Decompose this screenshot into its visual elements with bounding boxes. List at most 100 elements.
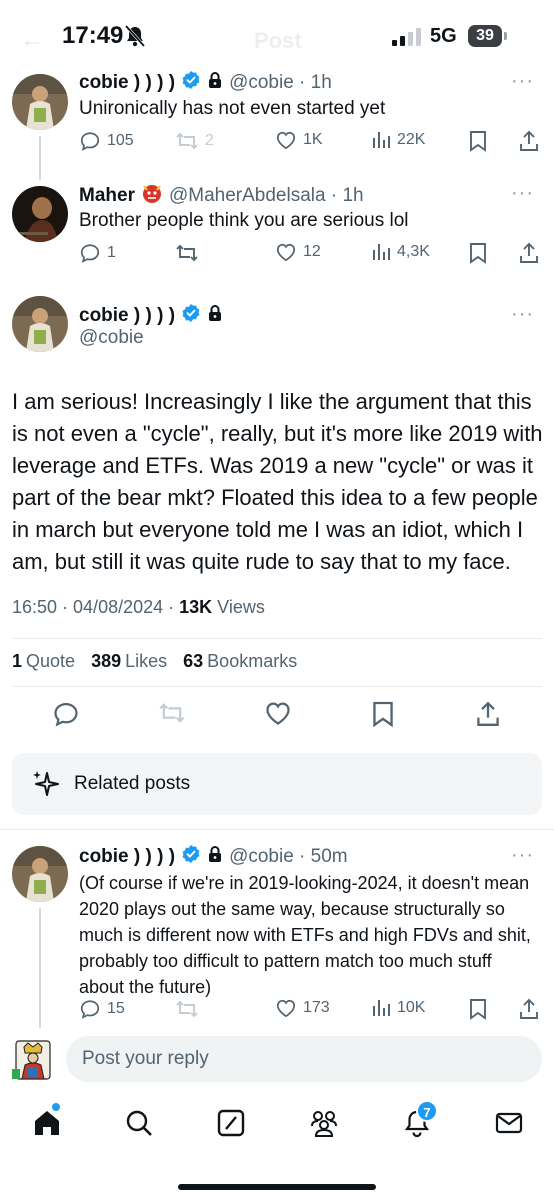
more-options-icon[interactable]: ···	[511, 844, 534, 867]
views-button[interactable]: 4,3K	[371, 242, 430, 262]
post-stats: 1 Quote 389 Likes 63 Bookmarks	[12, 651, 297, 672]
like-button[interactable]: 173	[275, 998, 330, 1018]
grok-tab[interactable]	[216, 1108, 246, 1143]
repost-button[interactable]	[175, 998, 199, 1020]
bookmark-icon	[470, 999, 486, 1020]
thread-line	[39, 908, 41, 1028]
bookmark-button[interactable]	[469, 242, 487, 264]
like-button[interactable]: 1K	[275, 130, 323, 150]
handle[interactable]: @cobie	[79, 327, 144, 349]
tweet-text: Unironically has not even started yet	[79, 98, 386, 119]
reply-button[interactable]: 15	[79, 998, 125, 1020]
share-icon	[520, 242, 538, 263]
reply-icon	[54, 702, 78, 727]
like-button[interactable]: 12	[275, 242, 321, 262]
network-type: 5G	[430, 25, 457, 47]
heart-icon	[276, 131, 296, 150]
handle[interactable]: @MaherAbdelsala · 1h	[169, 185, 364, 207]
like-button[interactable]	[264, 700, 292, 731]
share-icon	[520, 130, 538, 151]
bookmarks-link[interactable]: 63 Bookmarks	[183, 651, 297, 672]
more-options-icon[interactable]: ···	[511, 303, 534, 326]
analytics-icon	[373, 132, 390, 148]
share-button[interactable]	[476, 700, 500, 733]
search-tab[interactable]	[124, 1108, 154, 1143]
grok-icon	[217, 1109, 245, 1137]
display-name[interactable]: cobie ) ) ) )	[79, 72, 175, 94]
more-options-icon[interactable]: ···	[511, 182, 534, 205]
like-count: 12	[303, 243, 321, 260]
user-avatar[interactable]	[12, 1039, 54, 1081]
bookmark-icon	[470, 243, 486, 264]
battery-cap	[504, 32, 507, 40]
notification-badge: 7	[416, 1100, 438, 1122]
avatar[interactable]	[12, 186, 68, 242]
avatar[interactable]	[12, 846, 68, 902]
share-button[interactable]	[519, 998, 539, 1020]
display-name[interactable]: cobie ) ) ) )	[79, 305, 175, 327]
quotes-link[interactable]: 1 Quote	[12, 651, 75, 672]
repost-button[interactable]	[175, 242, 199, 264]
share-icon	[477, 701, 499, 726]
display-name[interactable]: Maher	[79, 185, 135, 207]
views-count: 22K	[397, 131, 426, 148]
reply-button[interactable]	[52, 700, 80, 733]
reply-tweet-1[interactable]: cobie ) ) ) ) @cobie · 1h ··· Unironical…	[0, 66, 554, 180]
verified-badge-icon	[181, 303, 201, 329]
post-actions	[0, 700, 554, 734]
reply-icon	[80, 244, 100, 263]
reply-composer: Post your reply	[0, 1028, 554, 1094]
heart-icon	[276, 243, 296, 262]
repost-button[interactable]: 2	[175, 130, 214, 152]
lock-icon	[207, 304, 223, 328]
header-title: Post	[254, 28, 302, 53]
share-button[interactable]	[519, 130, 539, 152]
analytics-icon	[373, 244, 390, 260]
reply-count: 105	[107, 132, 134, 149]
reply-button[interactable]: 1	[79, 242, 116, 264]
divider	[12, 686, 542, 687]
bell-muted-icon	[124, 24, 146, 53]
avatar[interactable]	[12, 296, 68, 352]
display-name[interactable]: cobie ) ) ) )	[79, 846, 175, 868]
more-options-icon[interactable]: ···	[511, 70, 534, 93]
views-count: 10K	[397, 999, 426, 1016]
verified-badge-icon	[181, 844, 201, 870]
avatar[interactable]	[12, 74, 68, 130]
signal-icon	[392, 28, 421, 46]
reply-input[interactable]: Post your reply	[66, 1036, 542, 1082]
views-button[interactable]: 22K	[371, 130, 425, 150]
post-timestamp[interactable]: 16:50 · 04/08/2024 ·	[12, 597, 179, 617]
handle[interactable]: @cobie · 1h	[229, 72, 332, 94]
tweet-header: cobie ) ) ) ) @cobie · 50m	[79, 844, 348, 870]
messages-tab[interactable]	[494, 1108, 524, 1143]
likes-link[interactable]: 389 Likes	[91, 651, 167, 672]
related-posts-button[interactable]: Related posts	[12, 753, 542, 815]
verified-badge-icon	[181, 70, 201, 96]
bookmark-button[interactable]	[372, 700, 394, 733]
thread-line	[39, 136, 41, 180]
repost-icon	[176, 1000, 198, 1018]
handle[interactable]: @cobie · 50m	[229, 846, 348, 868]
notifications-tab[interactable]: 7	[402, 1100, 438, 1143]
devil-emoji-icon	[141, 182, 163, 210]
share-button[interactable]	[519, 242, 539, 264]
bookmark-button[interactable]	[469, 130, 487, 152]
home-tab[interactable]	[32, 1103, 62, 1143]
reply-icon	[80, 132, 100, 151]
sparkle-icon	[32, 769, 62, 804]
divider	[0, 829, 554, 830]
tweet-header: Maher @MaherAbdelsala · 1h	[79, 182, 364, 210]
bookmark-icon	[470, 131, 486, 152]
bookmark-button[interactable]	[469, 998, 487, 1020]
back-arrow-icon[interactable]: ←	[20, 26, 44, 54]
reply-button[interactable]: 105	[79, 130, 134, 152]
reply-tweet-2[interactable]: Maher @MaherAbdelsala · 1h ··· Brother p…	[0, 178, 554, 282]
repost-icon	[176, 132, 198, 150]
reply-tweet-3[interactable]: cobie ) ) ) ) @cobie · 50m ··· (Of cours…	[0, 838, 554, 1028]
repost-button[interactable]	[158, 700, 186, 731]
communities-tab[interactable]	[308, 1108, 340, 1143]
home-icon	[35, 1111, 59, 1135]
views-button[interactable]: 10K	[371, 998, 425, 1018]
repost-icon	[159, 703, 185, 723]
